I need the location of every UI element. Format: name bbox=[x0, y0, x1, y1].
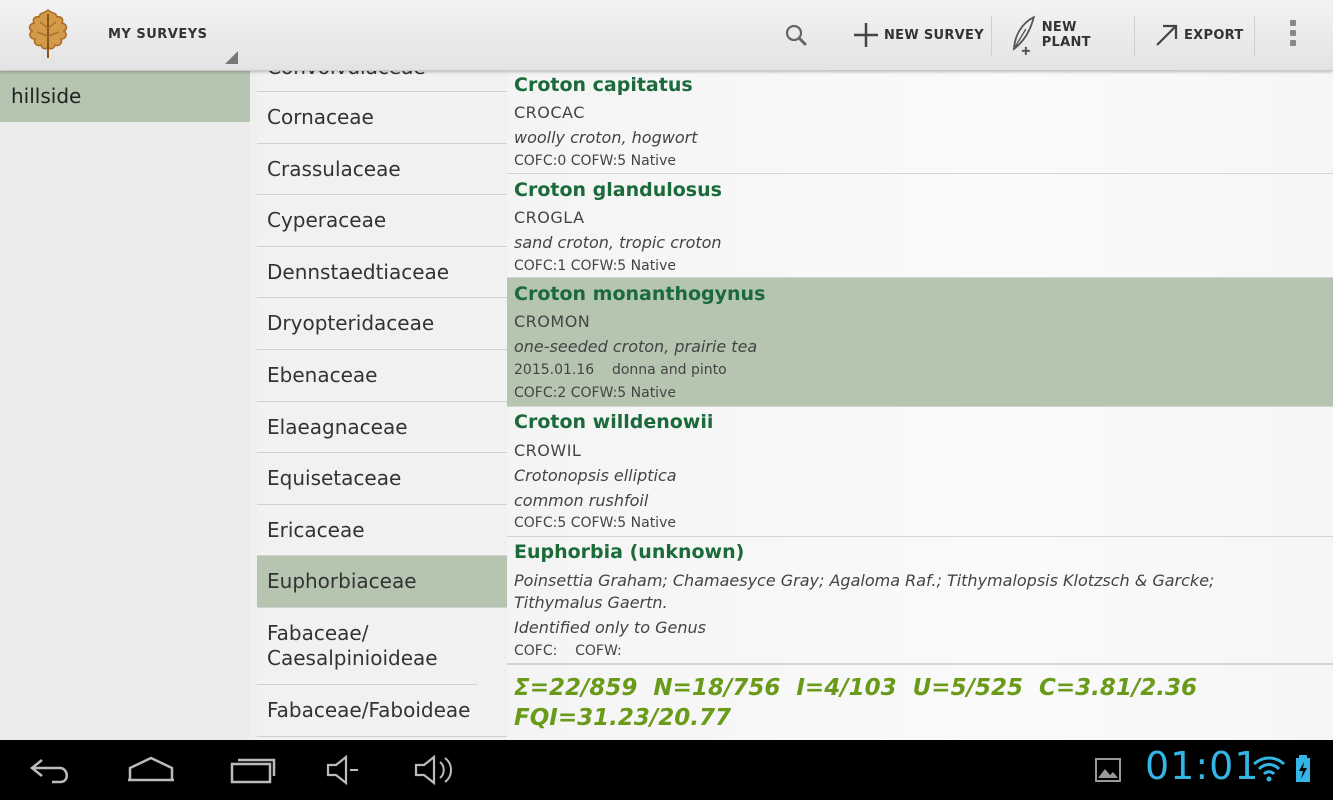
plant-row[interactable]: Croton capitatus CROCAC woolly croton, h… bbox=[507, 71, 1333, 174]
plant-common-name: Identified only to Genus bbox=[514, 618, 706, 637]
plant-row[interactable]: Croton glandulosus CROGLA sand croton, t… bbox=[507, 174, 1333, 278]
search-icon bbox=[785, 24, 807, 46]
plant-name: Croton willdenowii bbox=[514, 411, 714, 433]
plant-common-name: common rushfoil bbox=[514, 491, 649, 510]
family-list[interactable]: Convolvulaceae Cornaceae Crassulaceae Cy… bbox=[257, 71, 507, 740]
plant-name: Euphorbia (unknown) bbox=[514, 541, 745, 563]
survey-item-hillside[interactable]: hillside bbox=[0, 71, 250, 122]
plant-synonym: Poinsettia Graham; Chamaesyce Gray; Agal… bbox=[514, 571, 1215, 612]
battery-charging-icon bbox=[1294, 754, 1312, 788]
oak-leaf-app-icon[interactable] bbox=[22, 6, 74, 64]
plant-common-name: woolly croton, hogwort bbox=[514, 128, 698, 147]
family-item[interactable]: Crassulaceae bbox=[257, 144, 507, 195]
new-survey-label: NEW SURVEY bbox=[884, 27, 984, 43]
overflow-menu-icon[interactable] bbox=[1282, 20, 1304, 52]
plant-synonym: Crotonopsis elliptica bbox=[514, 466, 677, 485]
recent-apps-icon[interactable] bbox=[226, 752, 280, 792]
family-item-selected[interactable]: Euphorbiaceae bbox=[257, 556, 507, 608]
plant-meta: COFC: COFW: bbox=[514, 643, 622, 659]
family-item[interactable]: Fabaceae/ Caesalpinioideae bbox=[257, 608, 477, 685]
family-item[interactable]: Elaeagnaceae bbox=[257, 402, 507, 453]
action-divider bbox=[1134, 16, 1135, 56]
action-divider bbox=[1254, 16, 1255, 56]
system-navigation-bar: 01:01 bbox=[0, 740, 1333, 800]
new-plant-label: NEW PLANT bbox=[1041, 20, 1091, 50]
family-item[interactable]: Fabaceae/Faboideae bbox=[257, 685, 507, 737]
plant-meta: COFC:1 COFW:5 Native bbox=[514, 258, 676, 274]
plant-code: CROMON bbox=[514, 312, 591, 331]
volume-down-icon[interactable] bbox=[322, 752, 364, 792]
plant-name: Croton glandulosus bbox=[514, 179, 722, 201]
stats-line-2: FQI=31.23/20.77 bbox=[514, 705, 731, 731]
status-clock: 01:01 bbox=[1145, 744, 1260, 788]
stats-line-1: Σ=22/859 N=18/756 I=4/103 U=5/525 C=3.81… bbox=[514, 675, 1198, 701]
new-plant-button[interactable]: NEW PLANT bbox=[1006, 0, 1130, 70]
wifi-icon bbox=[1252, 754, 1286, 788]
plant-code: CROCAC bbox=[514, 103, 585, 122]
volume-up-icon[interactable] bbox=[410, 752, 458, 792]
plant-list[interactable]: Croton capitatus CROCAC woolly croton, h… bbox=[507, 71, 1333, 740]
plus-icon bbox=[854, 23, 878, 47]
plant-code: CROWIL bbox=[514, 441, 582, 460]
family-item[interactable]: Dennstaedtiaceae bbox=[257, 247, 507, 298]
home-icon[interactable] bbox=[124, 752, 178, 792]
plant-row-selected[interactable]: Croton monanthogynus CROMON one-seeded c… bbox=[507, 278, 1333, 407]
plant-row[interactable]: Euphorbia (unknown) Poinsettia Graham; C… bbox=[507, 537, 1333, 663]
search-button[interactable] bbox=[772, 14, 820, 58]
plant-common-name: one-seeded croton, prairie tea bbox=[514, 337, 758, 356]
stats-divider bbox=[507, 663, 1333, 665]
family-item[interactable]: Cyperaceae bbox=[257, 195, 507, 247]
back-icon[interactable] bbox=[26, 752, 76, 792]
plant-observation: 2015.01.16 donna and pinto bbox=[514, 362, 727, 378]
plant-common-name: sand croton, tropic croton bbox=[514, 233, 722, 252]
plant-code: CROGLA bbox=[514, 208, 585, 227]
family-item[interactable]: Equisetaceae bbox=[257, 453, 507, 505]
family-item[interactable]: Dryopteridaceae bbox=[257, 298, 507, 350]
export-arrow-icon bbox=[1156, 24, 1178, 46]
plant-meta: COFC:5 COFW:5 Native bbox=[514, 515, 676, 531]
family-item[interactable]: Convolvulaceae bbox=[257, 71, 507, 92]
family-item[interactable]: Ericaceae bbox=[257, 505, 507, 556]
feather-plus-icon bbox=[1012, 15, 1036, 55]
plant-meta: COFC:2 COFW:5 Native bbox=[514, 385, 676, 401]
plant-meta: COFC:0 COFW:5 Native bbox=[514, 153, 676, 169]
export-label: EXPORT bbox=[1184, 27, 1244, 43]
survey-spinner[interactable]: MY SURVEYS bbox=[96, 0, 244, 70]
survey-spinner-label: MY SURVEYS bbox=[108, 27, 208, 42]
gallery-notification-icon[interactable] bbox=[1094, 756, 1122, 788]
plant-name: Croton monanthogynus bbox=[514, 283, 766, 305]
survey-list: hillside bbox=[0, 71, 250, 740]
plant-row[interactable]: Croton willdenowii CROWIL Crotonopsis el… bbox=[507, 407, 1333, 537]
spinner-triangle-icon bbox=[225, 51, 238, 64]
family-item[interactable]: Ebenaceae bbox=[257, 350, 507, 402]
action-bar: MY SURVEYS NEW SURVEY NEW PLANT EXPORT bbox=[0, 0, 1333, 71]
action-divider bbox=[991, 16, 992, 56]
export-button[interactable]: EXPORT bbox=[1150, 0, 1250, 70]
new-survey-button[interactable]: NEW SURVEY bbox=[848, 0, 988, 70]
plant-name: Croton capitatus bbox=[514, 74, 693, 96]
family-item[interactable]: Cornaceae bbox=[257, 92, 507, 144]
fqi-stats: Σ=22/859 N=18/756 I=4/103 U=5/525 C=3.81… bbox=[514, 673, 1197, 733]
